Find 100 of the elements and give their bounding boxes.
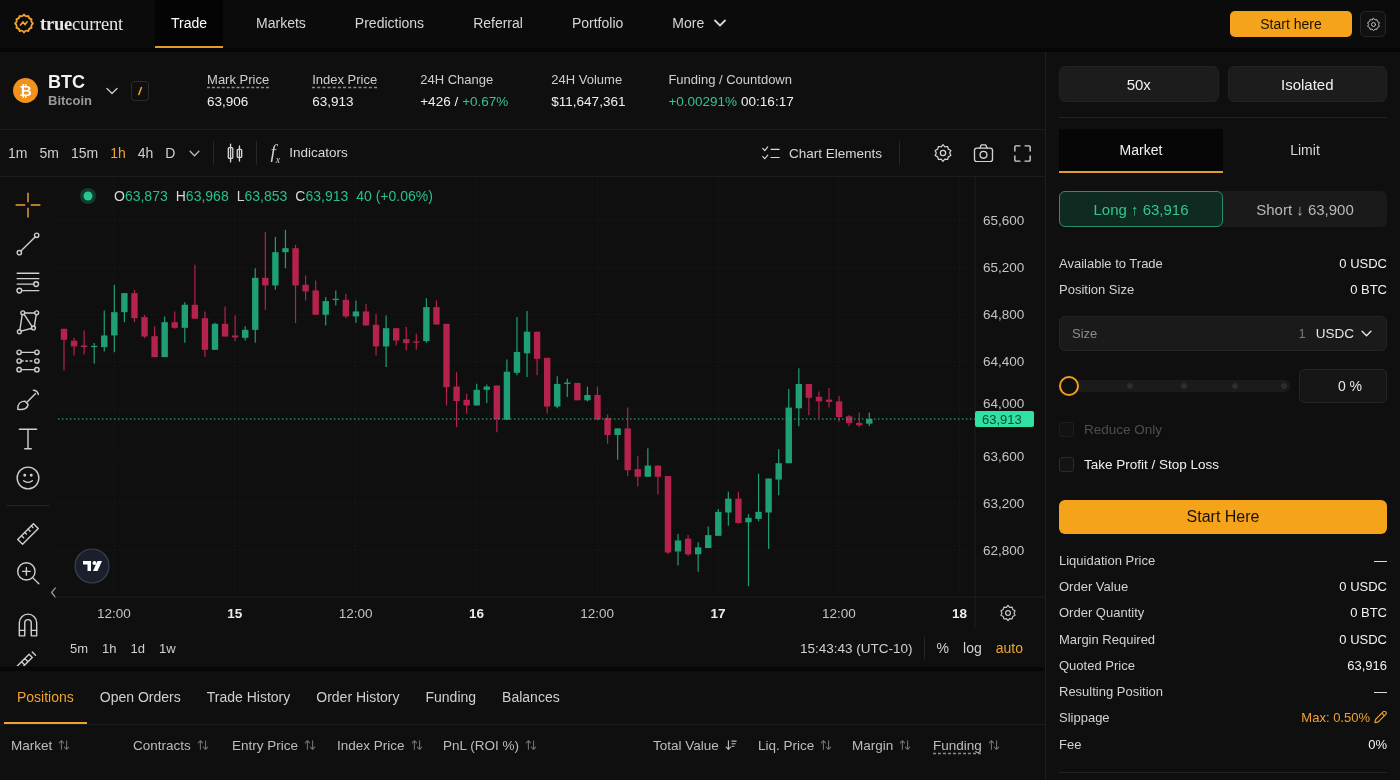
- interval-tab[interactable]: 5m: [33, 142, 65, 164]
- settings-icon[interactable]: [933, 143, 953, 163]
- chevron-down-icon[interactable]: [189, 149, 201, 157]
- stat-value: +0.67%: [462, 94, 509, 109]
- slider-track[interactable]: [1077, 380, 1290, 392]
- chart-elements-button[interactable]: Chart Elements: [761, 145, 882, 161]
- start-here-button[interactable]: Start Here: [1059, 500, 1387, 534]
- stat-value: 00:16:17: [741, 94, 794, 109]
- column-header[interactable]: Funding: [933, 737, 982, 753]
- stat-label: 24H Change: [420, 72, 495, 87]
- pencil-icon[interactable]: [1374, 711, 1387, 725]
- stat-value: $11,647,361: [551, 94, 626, 109]
- sort-icon[interactable]: [58, 739, 71, 751]
- leverage-button[interactable]: 50x: [1059, 66, 1219, 102]
- checkbox[interactable]: [1059, 457, 1074, 472]
- interval-tab[interactable]: 1h: [104, 142, 132, 164]
- crosshair-icon[interactable]: [14, 191, 41, 218]
- checkbox-label[interactable]: Take Profit / Stop Loss: [1084, 457, 1220, 472]
- smiley-icon[interactable]: [14, 464, 41, 491]
- panel-tab[interactable]: Open Orders: [86, 671, 194, 724]
- info-value: 63,916: [1347, 657, 1387, 673]
- fullscreen-icon[interactable]: [1014, 144, 1031, 162]
- nav-link[interactable]: More: [656, 0, 743, 48]
- ohlc-value: L63,853: [236, 188, 288, 204]
- column-header[interactable]: Margin: [852, 737, 894, 753]
- logo-wordmark: truecurrent: [40, 13, 124, 35]
- price-label: 65,200: [983, 260, 1025, 276]
- sort-icon[interactable]: [987, 739, 1000, 751]
- slider-thumb[interactable]: [1059, 376, 1079, 396]
- interval-tab[interactable]: 1m: [2, 142, 34, 164]
- ruler-icon[interactable]: [14, 520, 41, 547]
- parallel-lines-icon[interactable]: [14, 347, 41, 374]
- logo-icon: [12, 12, 36, 36]
- start-here-button[interactable]: Start here: [1230, 11, 1352, 37]
- info-value: Max: 0.50%: [1301, 710, 1370, 726]
- info-value: 0 BTC: [1350, 281, 1387, 297]
- time-label: 16: [468, 606, 484, 621]
- long-button[interactable]: Long ↑ 63,916: [1059, 191, 1223, 227]
- panel-tab[interactable]: Balances: [489, 671, 573, 724]
- range-button[interactable]: 1w: [153, 638, 182, 658]
- sort-icon[interactable]: [820, 739, 833, 751]
- order-type-tab[interactable]: Limit: [1223, 129, 1387, 173]
- interval-tab[interactable]: 15m: [64, 142, 105, 164]
- nav-link[interactable]: Predictions: [338, 0, 441, 48]
- nav-link[interactable]: Trade: [155, 0, 224, 48]
- chevron-down-icon: [1361, 330, 1372, 337]
- interval-tab[interactable]: 4h: [131, 142, 160, 164]
- column-header[interactable]: Market: [11, 737, 53, 753]
- range-button[interactable]: 5m: [64, 638, 95, 658]
- column-header[interactable]: Index Price: [337, 737, 405, 753]
- column-header[interactable]: Entry Price: [232, 737, 299, 753]
- indicators-button[interactable]: f$_{x}$ Indicators: [270, 141, 348, 165]
- column-header[interactable]: Contracts: [133, 737, 191, 753]
- percent-field[interactable]: 0 %: [1299, 369, 1387, 403]
- settings-icon[interactable]: [1000, 605, 1016, 621]
- scale-toggle[interactable]: %: [930, 638, 956, 658]
- candlestick-icon[interactable]: [227, 143, 244, 163]
- sort-icon[interactable]: [410, 739, 423, 751]
- sort-icon[interactable]: [304, 739, 317, 751]
- sort-icon[interactable]: [899, 739, 912, 751]
- panel-tab[interactable]: Trade History: [193, 671, 304, 724]
- sort-icon[interactable]: [196, 739, 209, 751]
- settings-button[interactable]: [1360, 11, 1386, 37]
- line-tool-icon[interactable]: [14, 230, 41, 257]
- chevron-left-icon[interactable]: [50, 587, 57, 598]
- column-header[interactable]: PnL (ROI %): [443, 737, 520, 753]
- stat-value: +426 /: [420, 94, 459, 109]
- stat-label: 24H Volume: [551, 72, 624, 87]
- panel-tab[interactable]: Funding: [412, 671, 490, 724]
- pattern-tool-icon[interactable]: [14, 308, 41, 335]
- range-button[interactable]: 1d: [124, 638, 151, 658]
- margin-mode-button[interactable]: Isolated: [1227, 66, 1387, 102]
- panel-tab[interactable]: Positions: [4, 671, 87, 724]
- nav-link[interactable]: Referral: [457, 0, 539, 48]
- scale-toggle[interactable]: auto: [989, 638, 1029, 658]
- column-header[interactable]: Liq. Price: [758, 737, 815, 753]
- sort-icon[interactable]: [525, 739, 538, 751]
- zoom-in-icon[interactable]: [14, 559, 41, 586]
- interval-tab[interactable]: D: [159, 142, 182, 164]
- size-field[interactable]: Size 1 USDC: [1059, 316, 1387, 351]
- order-type-tab[interactable]: Market: [1059, 129, 1223, 173]
- camera-icon[interactable]: [973, 144, 994, 162]
- ohlc-value: H63,968: [175, 188, 229, 204]
- column-header[interactable]: Total Value: [653, 737, 719, 753]
- unit-dropdown[interactable]: USDC: [1315, 326, 1372, 341]
- slash-icon[interactable]: [131, 80, 150, 101]
- sort-descending-icon[interactable]: [724, 739, 737, 751]
- price-label: 63,600: [983, 448, 1025, 464]
- nav-link[interactable]: Portfolio: [555, 0, 640, 48]
- market-symbol: BTC: [48, 72, 86, 92]
- checklist-icon: [761, 146, 780, 160]
- chevron-down-icon[interactable]: [106, 86, 119, 95]
- scale-toggle[interactable]: log: [957, 638, 988, 658]
- short-button[interactable]: Short ↓ 63,900: [1223, 191, 1387, 227]
- nav-link[interactable]: Markets: [240, 0, 322, 48]
- panel-tab[interactable]: Order History: [303, 671, 413, 724]
- range-button[interactable]: 1h: [96, 638, 123, 658]
- stat-value: +0.00291%: [668, 94, 738, 109]
- time-label: 12:00: [97, 606, 131, 621]
- coin-icon: ₿: [13, 78, 38, 103]
